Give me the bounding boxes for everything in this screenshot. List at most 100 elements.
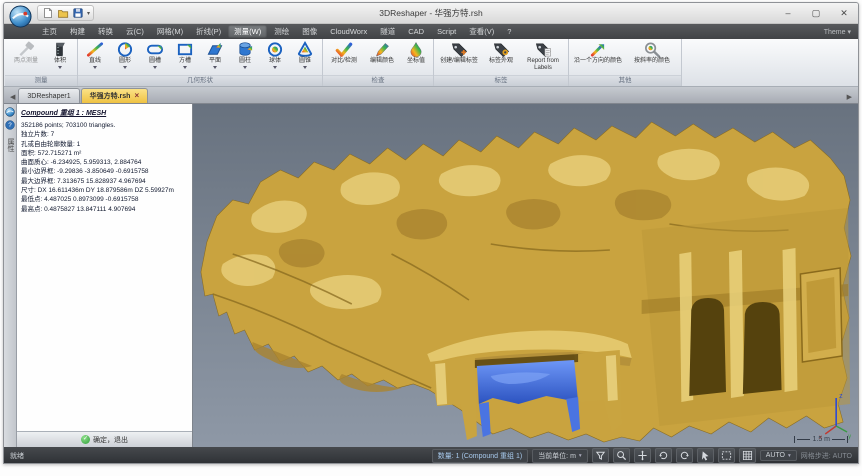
properties-panel: Compound 重组 1 : MESH 352186 points; 7031… — [17, 104, 193, 447]
tab-tunnel[interactable]: 隧道 — [374, 25, 401, 38]
tab-measure[interactable]: 测量(W) — [228, 25, 267, 38]
main-area: ? 属性 Compound 重组 1 : MESH 352186 points;… — [4, 104, 858, 447]
selection-rect-icon — [721, 450, 732, 461]
window-title: 3DReshaper - 华强方特.rsh — [4, 7, 858, 19]
property-line: 最大边界框: 7.313675 15.828937 4.967694 — [21, 177, 188, 186]
cone-icon — [295, 41, 315, 58]
ribbon: 两点测量 体积 测量 — [4, 39, 858, 87]
scroll-tabs-right-icon[interactable]: ▶ — [844, 93, 855, 103]
quick-access-dropdown-icon[interactable]: ▾ — [87, 10, 90, 17]
plane-button[interactable]: 平面 — [200, 40, 230, 69]
green-check-icon: ✓ — [81, 435, 90, 444]
tab-survey[interactable]: 测绘 — [268, 25, 295, 38]
rect-slot-icon — [175, 41, 195, 58]
chevron-down-icon: ▾ — [788, 453, 791, 459]
close-button[interactable]: ✕ — [830, 3, 858, 23]
tab-help[interactable]: ? — [501, 26, 517, 37]
help-icon[interactable]: ? — [5, 120, 15, 130]
color-along-direction-button[interactable]: 沿一个方向的颜色 — [571, 40, 625, 65]
open-file-button[interactable] — [56, 7, 69, 19]
properties-panel-tab[interactable]: 属性 — [5, 138, 15, 152]
sphere-icon — [265, 41, 285, 58]
circle-button[interactable]: 圆形 — [110, 40, 140, 69]
label-appearance-button[interactable]: 标签外观 — [482, 40, 520, 65]
window-controls: – ▢ ✕ — [774, 3, 858, 23]
gradient-arrow-icon — [588, 41, 608, 58]
pan-cross-icon — [637, 450, 648, 461]
rotate-left-button[interactable] — [655, 448, 672, 463]
line-button[interactable]: 直线 — [80, 40, 110, 69]
hammer-icon — [16, 41, 36, 58]
save-button[interactable] — [71, 7, 84, 19]
tab-image[interactable]: 图像 — [296, 25, 323, 38]
cone-button[interactable]: 圆锥 — [290, 40, 320, 69]
minimize-button[interactable]: – — [774, 3, 802, 23]
zoom-button[interactable] — [613, 448, 630, 463]
cylinder-icon — [235, 41, 255, 58]
two-point-measure-button[interactable]: 两点测量 — [7, 40, 45, 65]
property-line: 曲面质心: -6.234925, 5.959313, 2.884764 — [21, 158, 188, 167]
maximize-button[interactable]: ▢ — [802, 3, 830, 23]
close-tab-icon[interactable]: × — [134, 92, 139, 100]
tab-mesh[interactable]: 网格(M) — [151, 25, 189, 38]
group-label-other: 其他 — [569, 75, 681, 86]
report-from-labels-button[interactable]: Report from Labels — [520, 40, 566, 71]
rect-slot-button[interactable]: 方槽 — [170, 40, 200, 69]
magnifier-icon — [642, 41, 662, 58]
tab-cloudworx[interactable]: CloudWorx — [324, 26, 373, 37]
scroll-tabs-left-icon[interactable]: ◀ — [7, 93, 18, 103]
new-document-button[interactable] — [41, 7, 54, 19]
droplet-icon — [406, 41, 426, 58]
units-dropdown[interactable]: 当前单位: m ▾ — [532, 449, 588, 463]
create-edit-label-button[interactable]: 创建/编辑标签 — [436, 40, 482, 65]
property-line: 独立片数: 7 — [21, 130, 188, 139]
property-line: 352186 points; 703100 triangles. — [21, 121, 188, 130]
pointer-button[interactable] — [697, 448, 714, 463]
reshaper-panel-icon[interactable] — [5, 107, 15, 117]
beaker-icon — [50, 41, 70, 58]
magnifier-icon — [616, 450, 627, 461]
ribbon-group-measure: 两点测量 体积 测量 — [5, 39, 78, 86]
viewport-3d[interactable]: z x y 1.5 m — [193, 104, 858, 447]
tag-report-icon — [533, 41, 553, 58]
tab-script[interactable]: Script — [431, 26, 462, 37]
edit-colors-button[interactable]: 编辑颜色 — [363, 40, 401, 65]
svg-text:?: ? — [8, 122, 12, 129]
ribbon-group-other: 沿一个方向的颜色 按斜率的颜色 其他 — [569, 39, 682, 86]
tab-home[interactable]: 主页 — [36, 25, 63, 38]
grid-step-label: 网格步进: AUTO — [801, 451, 852, 461]
cylinder-button[interactable]: 圆柱 — [230, 40, 260, 69]
app-logo-icon[interactable] — [9, 5, 32, 28]
rotate-right-button[interactable] — [676, 448, 693, 463]
compare-inspect-button[interactable]: 对比/检测 — [325, 40, 363, 65]
mesh-3d-model[interactable]: z x y — [193, 104, 858, 447]
volume-button[interactable]: 体积 — [45, 40, 75, 69]
side-strip: ? 属性 — [4, 104, 17, 447]
round-slot-button[interactable]: 圆槽 — [140, 40, 170, 69]
tab-transform[interactable]: 转换 — [92, 25, 119, 38]
tab-cad[interactable]: CAD — [402, 26, 430, 37]
document-tab-3dreshaper1[interactable]: 3DReshaper1 — [18, 88, 79, 103]
new-document-icon — [42, 7, 54, 19]
confirm-exit-button[interactable]: ✓ 确定，退出 — [17, 431, 192, 447]
property-line: 面积: 572.715271 m² — [21, 149, 188, 158]
color-by-slope-button[interactable]: 按斜率的颜色 — [625, 40, 679, 65]
filter-button[interactable] — [592, 448, 609, 463]
circle-icon — [115, 41, 135, 58]
auto-dropdown[interactable]: AUTO ▾ — [760, 450, 797, 461]
grid-button[interactable] — [739, 448, 756, 463]
theme-dropdown[interactable]: Theme ▾ — [824, 28, 851, 36]
tab-construct[interactable]: 构建 — [64, 25, 91, 38]
tab-polyline[interactable]: 折线(P) — [190, 25, 227, 38]
tab-cloud[interactable]: 云(C) — [120, 25, 150, 38]
pen-icon — [372, 41, 392, 58]
pan-button[interactable] — [634, 448, 651, 463]
open-folder-icon — [57, 7, 69, 19]
property-line: 最高点: 0.4875827 13.847111 4.907694 — [21, 205, 188, 214]
document-tab-huaqiang[interactable]: 华强方特.rsh × — [81, 88, 149, 103]
tab-view[interactable]: 查看(V) — [463, 25, 500, 38]
select-box-button[interactable] — [718, 448, 735, 463]
selection-info: 数量: 1 (Compound 重组 1) — [432, 449, 528, 463]
sphere-button[interactable]: 球体 — [260, 40, 290, 69]
coordinate-values-button[interactable]: 坐标值 — [401, 40, 431, 65]
